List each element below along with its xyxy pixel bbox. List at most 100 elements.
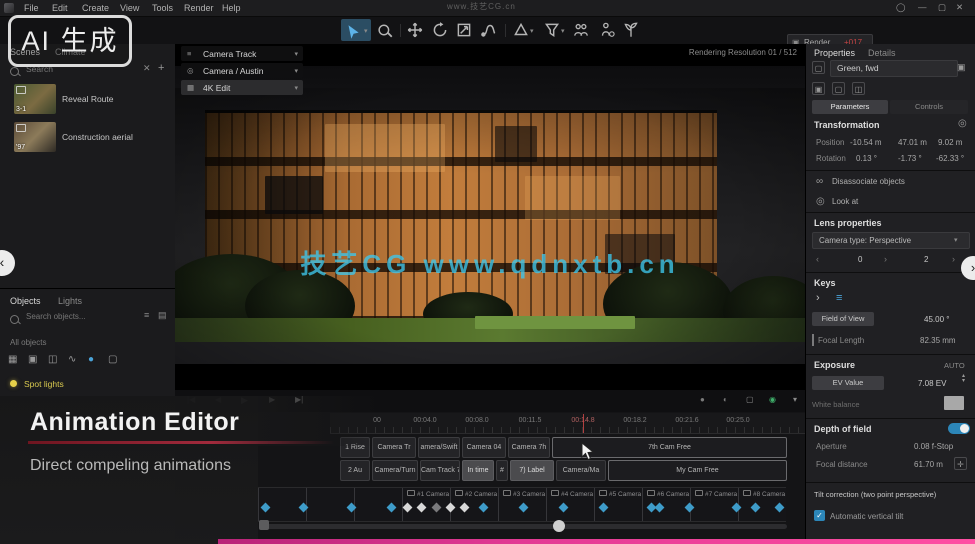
light-icon[interactable]: ● (88, 354, 94, 365)
object-list-item-highlight[interactable]: Spot lights (0, 378, 175, 394)
stepper-prev-icon[interactable]: ‹ (816, 254, 819, 264)
tilt-checkbox[interactable]: ✓ (814, 510, 825, 521)
keyframe-row[interactable]: #1 Camera #2 Camera #3 Camera #4 Camera … (258, 487, 786, 522)
collapse-icon[interactable]: ▾ (793, 395, 797, 404)
rotation-x[interactable]: 0.13 ° (856, 154, 877, 163)
clear-search-icon[interactable]: ✕ (143, 63, 151, 74)
scale-tool-button[interactable] (455, 21, 473, 39)
resolution-dropdown[interactable]: ▦ 4K Edit ▾ (181, 80, 303, 95)
timeline-clip[interactable]: Camera/Turn (372, 460, 418, 481)
fov-chip[interactable]: Field of View (812, 312, 874, 326)
record-icon[interactable]: ◉ (769, 395, 776, 404)
crowd-tool-button[interactable] (572, 21, 590, 39)
play-keys-icon[interactable]: › (816, 292, 820, 304)
sphere-icon[interactable]: ● (700, 395, 705, 404)
rotate-tool-button[interactable] (431, 21, 449, 39)
white-balance-swatch[interactable] (944, 396, 964, 410)
position-z[interactable]: 9.02 m (938, 138, 962, 147)
camera-track-dropdown[interactable]: ≡ Camera Track ▾ (181, 46, 303, 61)
playhead[interactable] (583, 414, 584, 433)
focal-length-value[interactable]: 82.35 mm (920, 336, 956, 345)
timeline-clip[interactable]: In time (462, 460, 494, 481)
timeline-clip[interactable]: Cam Track 7 (420, 460, 460, 481)
timeline-clip[interactable]: amera/Swift (418, 437, 460, 458)
gear-icon[interactable]: ◎ (958, 118, 967, 129)
add-scene-icon[interactable]: + (158, 62, 164, 74)
look-at-button[interactable]: Look at (832, 197, 858, 206)
timeline-clip[interactable]: Camera Tr (372, 437, 416, 458)
aperture-value[interactable]: 0.08 f-Stop (914, 442, 953, 451)
grid-icon[interactable]: ▦ (8, 354, 17, 365)
exposure-auto-label[interactable]: AUTO (944, 361, 965, 370)
timeline-scrollbar[interactable] (263, 524, 787, 529)
minimize-icon[interactable]: — (918, 2, 927, 12)
ev-chip[interactable]: EV Value (812, 376, 884, 390)
path-icon[interactable]: ∿ (68, 354, 76, 365)
menu-create[interactable]: Create (82, 3, 109, 13)
timeline-clip[interactable]: # (496, 460, 508, 481)
menu-edit[interactable]: Edit (52, 3, 68, 13)
menu-render[interactable]: Render (184, 3, 214, 13)
timeline-clip[interactable]: Camera/Ma (556, 460, 606, 481)
primitive-tool-button[interactable]: ▾ (512, 21, 530, 39)
dof-toggle[interactable] (948, 423, 970, 434)
scene-list-item[interactable]: '97 Construction aerial (0, 120, 175, 156)
timeline-clip[interactable]: 7) Label (510, 460, 554, 481)
keys-list-icon[interactable]: ≡ (836, 292, 842, 304)
stepper-next-icon[interactable]: › (884, 254, 887, 264)
maximize-icon[interactable]: ▢ (938, 2, 946, 13)
scene-list-item[interactable]: 3-1 Reveal Route (0, 82, 175, 118)
ev-stepper-icon[interactable]: ▴▾ (962, 374, 965, 384)
timeline-clip[interactable]: My Cam Free (608, 460, 787, 481)
scrollbar-thumb[interactable] (553, 520, 565, 532)
select-tool-button[interactable]: ▾ (341, 19, 371, 41)
filter-icon[interactable]: ≡ (144, 310, 149, 320)
columns-icon[interactable]: ◫ (48, 354, 57, 365)
vegetation-tool-button[interactable] (622, 21, 640, 39)
seg-controls[interactable]: Controls (890, 100, 968, 114)
menu-file[interactable]: File (24, 3, 39, 13)
tab-details[interactable]: Details (868, 48, 896, 58)
menu-view[interactable]: View (120, 3, 139, 13)
stepper-next-icon[interactable]: › (952, 254, 955, 264)
position-x[interactable]: -10.54 m (850, 138, 882, 147)
seg-parameters[interactable]: Parameters (812, 100, 888, 114)
rotation-y[interactable]: -1.73 ° (898, 154, 922, 163)
timeline-clip[interactable]: 2 Au (340, 460, 370, 481)
camera-add-icon[interactable]: ▣ (957, 62, 966, 73)
filter-tool-button[interactable]: ▾ (543, 21, 561, 39)
stepper-value-a[interactable]: 0 (858, 255, 862, 264)
menu-help[interactable]: Help (222, 3, 241, 13)
camera-type-dropdown[interactable]: Camera type: Perspective (812, 232, 970, 249)
disassociate-button[interactable]: Disassociate objects (832, 177, 905, 186)
scrollbar-left-handle[interactable] (259, 520, 269, 530)
ev-value[interactable]: 7.08 EV (918, 379, 946, 388)
layout-icon[interactable]: ◫ (852, 82, 865, 95)
account-icon[interactable]: ◯ (896, 2, 906, 13)
frame-icon[interactable]: ▢ (832, 82, 845, 95)
collapse-list-icon[interactable]: ▤ (158, 310, 167, 321)
objects-search-input[interactable]: Search objects... (26, 312, 86, 321)
close-icon[interactable]: ✕ (956, 2, 963, 13)
frame-icon[interactable]: ▢ (746, 395, 754, 404)
camera-asset-dropdown[interactable]: ◎ Camera / Austin ▾ (181, 63, 303, 78)
tab-lights[interactable]: Lights (58, 296, 82, 306)
camera-name-input[interactable]: Green, fwd (830, 60, 958, 77)
paint-tool-button[interactable] (376, 21, 394, 39)
tab-objects[interactable]: Objects (10, 296, 41, 306)
duplicate-icon[interactable]: ▣ (812, 82, 825, 95)
pan-icon[interactable]: ◐ (723, 395, 728, 404)
pick-distance-icon[interactable]: ✛ (954, 457, 967, 470)
rotation-z[interactable]: -62.33 ° (936, 154, 964, 163)
viewport[interactable]: ≡ Camera Track ▾ ◎ Camera / Austin ▾ ▦ 4… (175, 44, 805, 390)
timeline-clip[interactable]: Camera 7h (508, 437, 550, 458)
camera-type-icon[interactable]: ▢ (108, 354, 117, 365)
focal-distance-value[interactable]: 61.70 m (914, 460, 943, 469)
tab-properties[interactable]: Properties (814, 48, 855, 58)
stepper-value-b[interactable]: 2 (924, 255, 928, 264)
fov-value[interactable]: 45.00 ° (924, 315, 949, 324)
timeline-clip[interactable]: Camera 04 (462, 437, 506, 458)
move-tool-button[interactable] (406, 21, 424, 39)
menu-tools[interactable]: Tools (152, 3, 173, 13)
character-tool-button[interactable] (598, 21, 616, 39)
